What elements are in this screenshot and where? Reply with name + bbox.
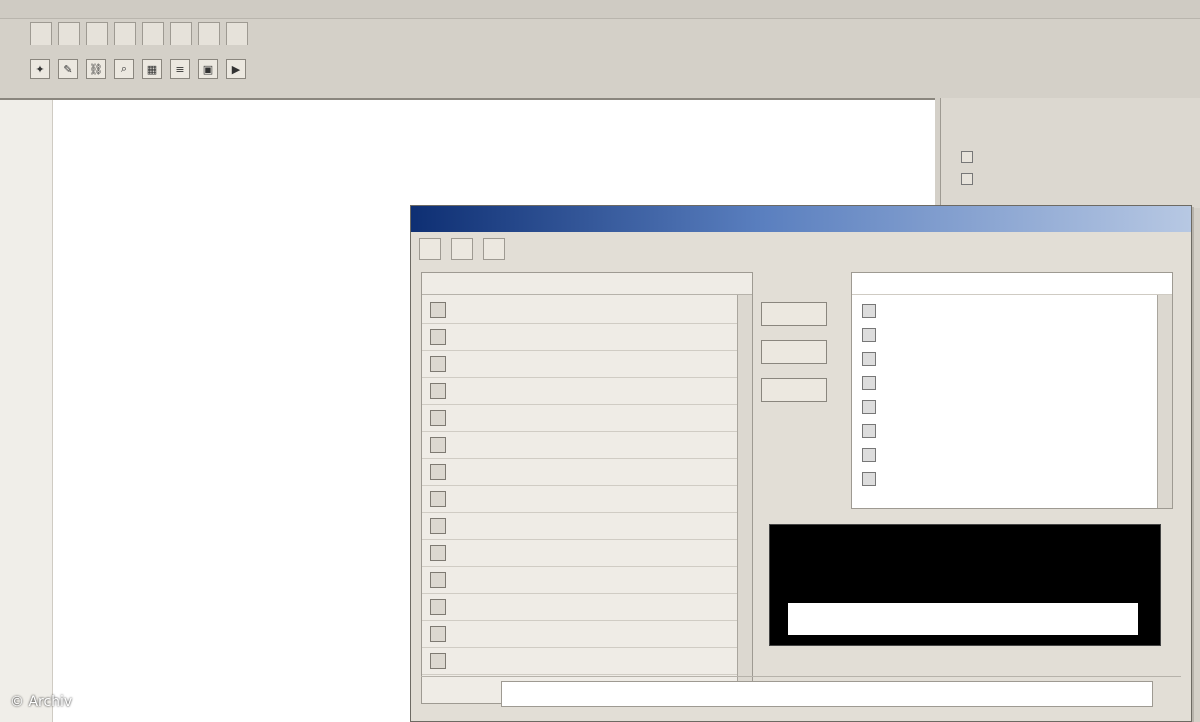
- play-icon[interactable]: ▶: [226, 59, 246, 79]
- checkbox[interactable]: [430, 518, 446, 534]
- swatch: [862, 328, 876, 342]
- checkbox[interactable]: [430, 410, 446, 426]
- tab-6[interactable]: [170, 22, 192, 45]
- magnify-icon[interactable]: ⌕: [114, 59, 134, 79]
- swatch: [862, 448, 876, 462]
- value-list-item[interactable]: [852, 371, 1172, 395]
- checkbox[interactable]: [430, 437, 446, 453]
- value-list[interactable]: [851, 272, 1173, 509]
- value-list-rows: [852, 299, 1172, 491]
- project-panel: [940, 98, 1200, 208]
- value-list-item[interactable]: [852, 419, 1172, 443]
- value-list-item[interactable]: [852, 467, 1172, 491]
- property-row[interactable]: [422, 486, 752, 513]
- dialog-tab[interactable]: [451, 238, 473, 260]
- preview-field[interactable]: [788, 603, 1138, 635]
- property-row[interactable]: [422, 297, 752, 324]
- tab-8[interactable]: [226, 22, 248, 45]
- checkbox[interactable]: [430, 545, 446, 561]
- checkbox[interactable]: [430, 356, 446, 372]
- bottom-input[interactable]: [501, 681, 1153, 707]
- tab-7[interactable]: [198, 22, 220, 45]
- dialog-button[interactable]: [761, 340, 827, 364]
- property-row[interactable]: [422, 432, 752, 459]
- tab-5[interactable]: [142, 22, 164, 45]
- value-list-item[interactable]: [852, 347, 1172, 371]
- folder-icon: [961, 151, 973, 163]
- value-list-header: [852, 273, 1172, 295]
- swatch: [862, 352, 876, 366]
- checkbox[interactable]: [430, 383, 446, 399]
- tab-1[interactable]: [30, 22, 52, 45]
- swatch: [862, 304, 876, 318]
- pencil-icon[interactable]: ✎: [58, 59, 78, 79]
- checkbox[interactable]: [430, 464, 446, 480]
- dialog-titlebar[interactable]: [411, 206, 1191, 232]
- wand-icon[interactable]: ✦: [30, 59, 50, 79]
- tab-2[interactable]: [58, 22, 80, 45]
- value-list-item[interactable]: [852, 299, 1172, 323]
- dialog-tabs: [419, 238, 505, 260]
- dialog-button[interactable]: [761, 302, 827, 326]
- dialog-tab[interactable]: [483, 238, 505, 260]
- list-icon[interactable]: ≡: [170, 59, 190, 79]
- tab-3[interactable]: [86, 22, 108, 45]
- project-tree-item[interactable]: [961, 146, 1181, 168]
- tab-4[interactable]: [114, 22, 136, 45]
- checkbox[interactable]: [430, 626, 446, 642]
- document-tabbar: [30, 22, 248, 48]
- checkbox[interactable]: [430, 329, 446, 345]
- property-row[interactable]: [422, 378, 752, 405]
- line-number-gutter: [0, 100, 53, 722]
- swatch: [862, 424, 876, 438]
- grid-icon[interactable]: ▦: [142, 59, 162, 79]
- property-row[interactable]: [422, 540, 752, 567]
- property-row[interactable]: [422, 648, 752, 675]
- property-scrollbar[interactable]: [737, 295, 752, 703]
- checkbox[interactable]: [430, 572, 446, 588]
- value-list-item[interactable]: [852, 443, 1172, 467]
- media-icon[interactable]: ▣: [198, 59, 218, 79]
- property-row[interactable]: [422, 567, 752, 594]
- menu-strip: [0, 0, 1200, 19]
- folder-icon: [961, 173, 973, 185]
- project-tree: [961, 146, 1181, 190]
- inspector-dialog: [410, 205, 1192, 722]
- property-row[interactable]: [422, 351, 752, 378]
- property-row[interactable]: [422, 405, 752, 432]
- property-row[interactable]: [422, 594, 752, 621]
- dialog-button-column: [761, 302, 841, 542]
- value-list-item[interactable]: [852, 323, 1172, 347]
- checkbox[interactable]: [430, 302, 446, 318]
- property-grid-header: [422, 273, 752, 295]
- checkbox[interactable]: [430, 599, 446, 615]
- property-row[interactable]: [422, 459, 752, 486]
- property-row[interactable]: [422, 324, 752, 351]
- swatch: [862, 400, 876, 414]
- property-row[interactable]: [422, 621, 752, 648]
- checkbox[interactable]: [430, 653, 446, 669]
- watermark: © Archiv: [10, 692, 72, 712]
- swatch: [862, 376, 876, 390]
- value-list-item[interactable]: [852, 395, 1172, 419]
- property-rows: [422, 297, 752, 675]
- link-icon[interactable]: ⛓: [86, 59, 106, 79]
- checkbox[interactable]: [430, 491, 446, 507]
- value-list-scrollbar[interactable]: [1157, 295, 1172, 508]
- dialog-button[interactable]: [761, 378, 827, 402]
- preview-pane: [769, 524, 1161, 646]
- watermark-text: © Archiv: [10, 694, 73, 710]
- swatch: [862, 472, 876, 486]
- property-grid[interactable]: [421, 272, 753, 704]
- toolbar: ✦ ✎ ⛓ ⌕ ▦ ≡ ▣ ▶: [30, 54, 246, 84]
- property-row[interactable]: [422, 513, 752, 540]
- dialog-bottom-bar: [421, 676, 1181, 711]
- dialog-tab[interactable]: [419, 238, 441, 260]
- project-tree-item[interactable]: [961, 168, 1181, 190]
